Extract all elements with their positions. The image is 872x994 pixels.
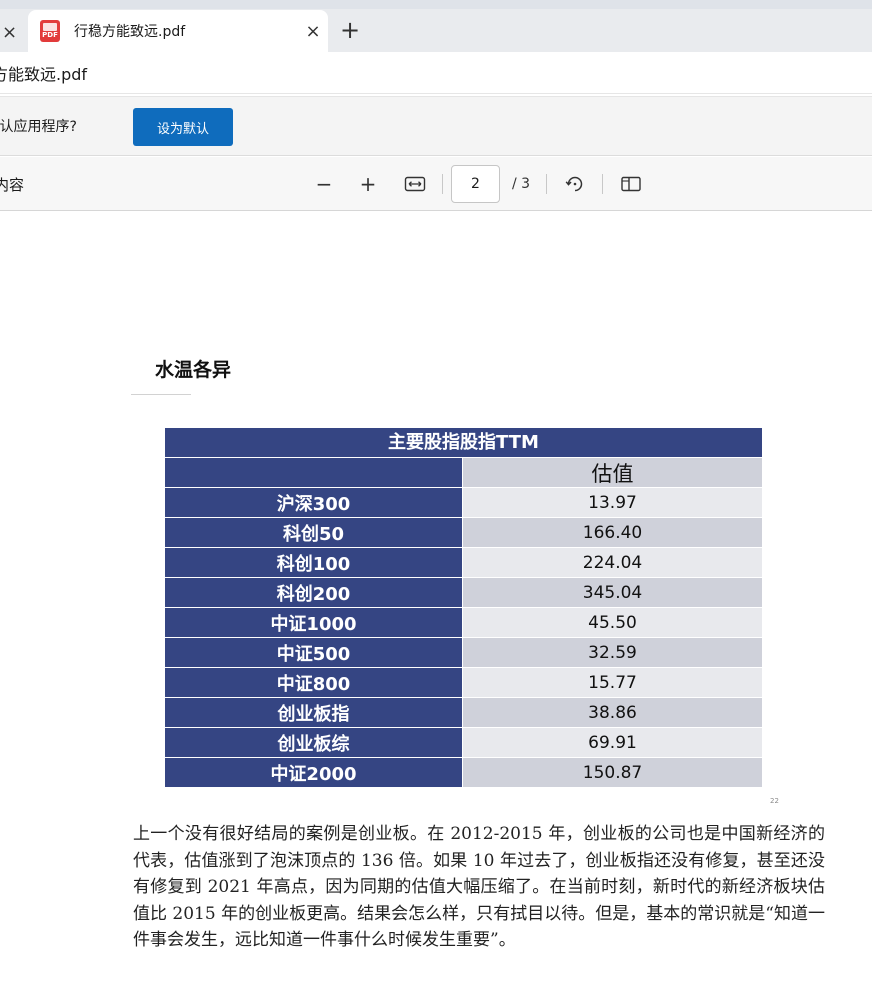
valuation-cell: 69.91	[463, 728, 762, 757]
fit-to-width-button[interactable]	[401, 170, 429, 198]
table-row: 中证1000 45.50	[165, 607, 762, 637]
index-name-cell: 中证1000	[165, 608, 463, 637]
valuation-table: 主要股指股指TTM 估值 沪深300 13.97 科创50 166.40 科创1…	[165, 428, 762, 787]
index-name-cell: 科创200	[165, 578, 463, 607]
table-row: 科创200 345.04	[165, 577, 762, 607]
table-title: 主要股指股指TTM	[165, 428, 762, 457]
valuation-cell: 45.50	[463, 608, 762, 637]
table-of-contents-button[interactable]: 内容	[0, 174, 24, 195]
body-paragraph: 上一个没有很好结局的案例是创业板。在 2012-2015 年，创业板的公司也是中…	[133, 824, 825, 950]
two-page-view-icon	[621, 176, 641, 192]
table-header-cell: 估值	[463, 458, 762, 487]
zoom-in-button[interactable]: +	[354, 170, 382, 198]
page-number-input[interactable]	[451, 165, 500, 203]
previous-tab-close-button[interactable]: ×	[0, 12, 28, 52]
address-text[interactable]: 方能致远.pdf	[0, 61, 87, 85]
table-row: 科创50 166.40	[165, 517, 762, 547]
index-name-cell: 中证2000	[165, 758, 463, 787]
fit-width-icon	[404, 176, 426, 192]
table-row: 创业板综 69.91	[165, 727, 762, 757]
index-name-cell: 中证500	[165, 638, 463, 667]
slide-page-number: 22	[770, 797, 779, 805]
table-header-row: 估值	[165, 457, 762, 487]
table-row: 中证800 15.77	[165, 667, 762, 697]
table-row: 中证2000 150.87	[165, 757, 762, 787]
index-name-cell: 创业板指	[165, 698, 463, 727]
tab-close-button[interactable]: ×	[298, 21, 328, 42]
pdf-page: 水温各异 主要股指股指TTM 估值 沪深300 13.97 科创50 166.4…	[0, 211, 872, 994]
valuation-cell: 345.04	[463, 578, 762, 607]
index-name-cell: 创业板综	[165, 728, 463, 757]
infobar-message: t认应用程序?	[0, 119, 77, 135]
pdf-file-icon: PDF	[40, 20, 60, 42]
valuation-cell: 224.04	[463, 548, 762, 577]
valuation-cell: 166.40	[463, 518, 762, 547]
page-view-button[interactable]	[617, 170, 645, 198]
tab-strip: × PDF 行稳方能致远.pdf × +	[0, 0, 872, 52]
section-heading: 水温各异	[155, 359, 232, 381]
zoom-out-button[interactable]: −	[310, 170, 338, 198]
index-name-cell: 中证800	[165, 668, 463, 697]
toolbar-separator	[546, 174, 547, 194]
new-tab-button[interactable]: +	[336, 14, 364, 46]
rotate-icon	[565, 176, 583, 192]
table-row: 科创100 224.04	[165, 547, 762, 577]
table-header-cell	[165, 458, 463, 487]
default-app-infobar: t认应用程序? 设为默认	[0, 96, 872, 156]
rotate-button[interactable]	[561, 170, 589, 198]
index-name-cell: 科创100	[165, 548, 463, 577]
address-bar[interactable]: 方能致远.pdf	[0, 52, 872, 94]
valuation-cell: 38.86	[463, 698, 762, 727]
tab-title: 行稳方能致远.pdf	[74, 24, 186, 40]
heading-divider	[131, 394, 191, 395]
valuation-cell: 32.59	[463, 638, 762, 667]
tab-strip-top	[0, 0, 872, 9]
valuation-cell: 150.87	[463, 758, 762, 787]
toolbar-separator	[442, 174, 443, 194]
tab-active[interactable]: PDF 行稳方能致远.pdf ×	[28, 10, 328, 52]
page-total: / 3	[512, 176, 531, 192]
toolbar-separator	[602, 174, 603, 194]
index-name-cell: 沪深300	[165, 488, 463, 517]
pdf-icon-label: PDF	[42, 31, 58, 39]
set-default-button[interactable]: 设为默认	[133, 108, 233, 146]
valuation-cell: 15.77	[463, 668, 762, 697]
index-name-cell: 科创50	[165, 518, 463, 547]
pdf-toolbar: 内容 − + / 3	[0, 157, 872, 211]
table-row: 创业板指 38.86	[165, 697, 762, 727]
valuation-cell: 13.97	[463, 488, 762, 517]
table-row: 沪深300 13.97	[165, 487, 762, 517]
table-row: 中证500 32.59	[165, 637, 762, 667]
